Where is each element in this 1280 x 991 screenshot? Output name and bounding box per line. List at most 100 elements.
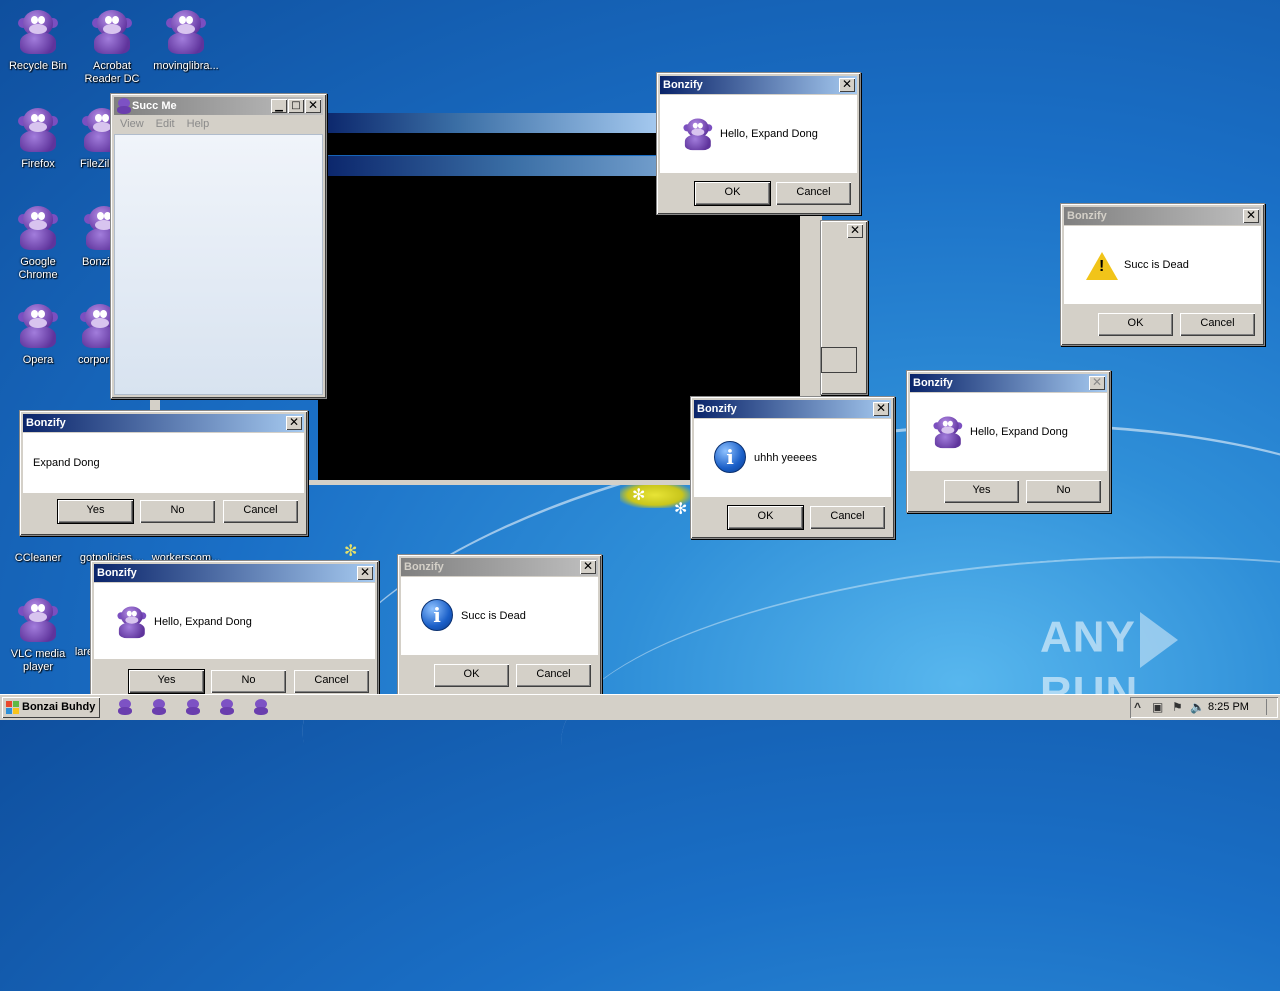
desktop-icon-label: movinglibra... bbox=[153, 60, 219, 72]
yes-button[interactable]: Yes bbox=[944, 480, 1019, 503]
dialog-body: ! Succ is Dead bbox=[1064, 226, 1261, 304]
dialog-title: Bonzify bbox=[404, 561, 444, 573]
dialog-message: uhhh yeeees bbox=[754, 452, 817, 464]
bonzi-icon bbox=[16, 596, 60, 644]
ok-button[interactable]: OK bbox=[434, 664, 509, 687]
dialog-titlebar[interactable]: Bonzify ✕ bbox=[660, 76, 857, 94]
close-icon[interactable]: ✕ bbox=[873, 402, 889, 416]
cancel-button[interactable]: Cancel bbox=[294, 670, 369, 693]
quicklaunch-bonzi-icon[interactable] bbox=[151, 699, 167, 715]
windows-logo-icon bbox=[6, 701, 19, 714]
quicklaunch-bonzi-icon[interactable] bbox=[253, 699, 269, 715]
bonzi-icon bbox=[78, 302, 110, 350]
quicklaunch-bonzi-icon[interactable] bbox=[219, 699, 235, 715]
start-button[interactable]: Bonzai Buhdy bbox=[2, 697, 100, 718]
bonzi-icon bbox=[164, 8, 208, 56]
close-icon[interactable]: ✕ bbox=[847, 224, 863, 238]
dialog-titlebar[interactable]: Bonzify ✕ bbox=[94, 564, 375, 582]
maximize-icon[interactable]: □ bbox=[288, 99, 304, 113]
cancel-button[interactable]: Cancel bbox=[223, 500, 298, 523]
bonzi-icon bbox=[932, 415, 964, 450]
desktop-icon-recycle-bin[interactable]: Recycle Bin bbox=[0, 8, 76, 73]
dialog-title: Bonzify bbox=[913, 377, 953, 389]
quicklaunch-bonzi-icon[interactable] bbox=[185, 699, 201, 715]
close-icon[interactable]: ✕ bbox=[305, 99, 321, 113]
dialog-body: Hello, Expand Dong bbox=[94, 583, 375, 659]
succ-me-window: Succ Me ▁ □ ✕ View Edit Help bbox=[110, 93, 327, 399]
succ-me-content bbox=[114, 134, 323, 395]
show-desktop-button[interactable] bbox=[1266, 699, 1276, 715]
ok-button[interactable]: OK bbox=[1098, 313, 1173, 336]
dialog-titlebar[interactable]: Bonzify ✕ bbox=[401, 558, 598, 576]
bonzi-icon bbox=[16, 204, 60, 252]
desktop-icon-opera[interactable]: Opera bbox=[0, 302, 76, 367]
bonzify-dialog: Bonzify ✕ Hello, Expand Dong Yes No Canc… bbox=[90, 560, 379, 700]
desktop-icon-label: corpor bbox=[78, 354, 110, 366]
ok-button[interactable]: OK bbox=[727, 505, 804, 530]
flag-icon[interactable]: ⚑ bbox=[1172, 701, 1183, 714]
no-button[interactable]: No bbox=[1026, 480, 1101, 503]
background-window-button[interactable] bbox=[821, 347, 857, 373]
ok-button[interactable]: OK bbox=[694, 181, 771, 206]
volume-icon[interactable]: 🔈 bbox=[1190, 701, 1205, 714]
menu-help[interactable]: Help bbox=[181, 116, 216, 130]
dialog-message: Succ is Dead bbox=[1124, 259, 1189, 271]
desktop-icon-label: Google Chrome bbox=[18, 256, 58, 281]
desktop-icon-label: Opera bbox=[22, 354, 54, 366]
cancel-button[interactable]: Cancel bbox=[516, 664, 591, 687]
desktop-icon-vlc[interactable]: VLC media player bbox=[0, 596, 76, 674]
succ-me-titlebar[interactable]: Succ Me ▁ □ ✕ bbox=[114, 97, 323, 115]
background-window-titlebar[interactable] bbox=[320, 113, 660, 133]
close-icon[interactable]: ✕ bbox=[839, 78, 855, 92]
no-button[interactable]: No bbox=[140, 500, 215, 523]
cancel-button[interactable]: Cancel bbox=[1180, 313, 1255, 336]
close-icon[interactable]: ✕ bbox=[580, 560, 596, 574]
bonzi-icon bbox=[16, 8, 60, 56]
close-icon[interactable]: ✕ bbox=[286, 416, 302, 430]
close-icon[interactable]: ✕ bbox=[1089, 376, 1105, 390]
dialog-titlebar[interactable]: Bonzify ✕ bbox=[910, 374, 1107, 392]
dialog-message: Hello, Expand Dong bbox=[154, 616, 252, 628]
dialog-titlebar[interactable]: Bonzify ✕ bbox=[23, 414, 304, 432]
desktop-icon-filezilla[interactable]: FileZilla bbox=[74, 106, 110, 171]
network-icon[interactable]: ▣ bbox=[1152, 701, 1163, 714]
bonzify-dialog: Bonzify ✕ i Succ is Dead OK Cancel bbox=[397, 554, 602, 697]
dialog-title: Bonzify bbox=[26, 417, 66, 429]
desktop-icon-label: FileZilla bbox=[80, 158, 110, 170]
dialog-titlebar[interactable]: Bonzify ✕ bbox=[1064, 207, 1261, 225]
desktop-icon-chrome[interactable]: Google Chrome bbox=[0, 204, 76, 282]
close-icon[interactable]: ✕ bbox=[1243, 209, 1259, 223]
desktop-icon-ccleaner[interactable]: CCleaner bbox=[0, 548, 76, 565]
dialog-title: Bonzify bbox=[697, 403, 737, 415]
bonzify-dialog: Bonzify ✕ ! Succ is Dead OK Cancel bbox=[1060, 203, 1265, 346]
clock[interactable]: 8:25 PM bbox=[1208, 697, 1249, 718]
console-window-frame bbox=[306, 480, 694, 485]
cancel-button[interactable]: Cancel bbox=[776, 182, 851, 205]
menu-view[interactable]: View bbox=[114, 116, 150, 130]
bonzi-icon bbox=[682, 117, 714, 152]
yes-button[interactable]: Yes bbox=[128, 669, 205, 694]
system-tray: ^ ▣ ⚑ 🔈 8:25 PM bbox=[1130, 697, 1278, 718]
desktop-icon-acrobat[interactable]: Acrobat Reader DC bbox=[74, 8, 150, 86]
dialog-message: Hello, Expand Dong bbox=[720, 128, 818, 140]
bonzify-dialog: Bonzify ✕ Hello, Expand Dong OK Cancel bbox=[656, 72, 861, 215]
desktop-icon-movinglibra[interactable]: movinglibra... bbox=[148, 8, 224, 73]
minimize-icon[interactable]: ▁ bbox=[271, 99, 287, 113]
desktop-icon-label: Acrobat Reader DC bbox=[84, 60, 140, 85]
yes-button[interactable]: Yes bbox=[57, 499, 134, 524]
tray-expand-icon[interactable]: ^ bbox=[1134, 701, 1141, 714]
desktop-icon-firefox[interactable]: Firefox bbox=[0, 106, 76, 171]
menu-edit[interactable]: Edit bbox=[150, 116, 181, 130]
quicklaunch-bonzi-icon[interactable] bbox=[117, 699, 133, 715]
no-button[interactable]: No bbox=[211, 670, 286, 693]
desktop-icon-label: Recycle Bin bbox=[8, 60, 68, 72]
dialog-titlebar[interactable]: Bonzify ✕ bbox=[694, 400, 891, 418]
close-icon[interactable]: ✕ bbox=[357, 566, 373, 580]
dialog-title: Bonzify bbox=[663, 79, 703, 91]
desktop-icon-corpor[interactable]: corpor bbox=[74, 302, 110, 367]
bonzi-icon bbox=[116, 605, 148, 640]
dialog-message: Succ is Dead bbox=[461, 610, 526, 622]
window-title: Succ Me bbox=[132, 100, 177, 112]
desktop-icon-bonzify[interactable]: Bonzify bbox=[74, 204, 110, 269]
cancel-button[interactable]: Cancel bbox=[810, 506, 885, 529]
